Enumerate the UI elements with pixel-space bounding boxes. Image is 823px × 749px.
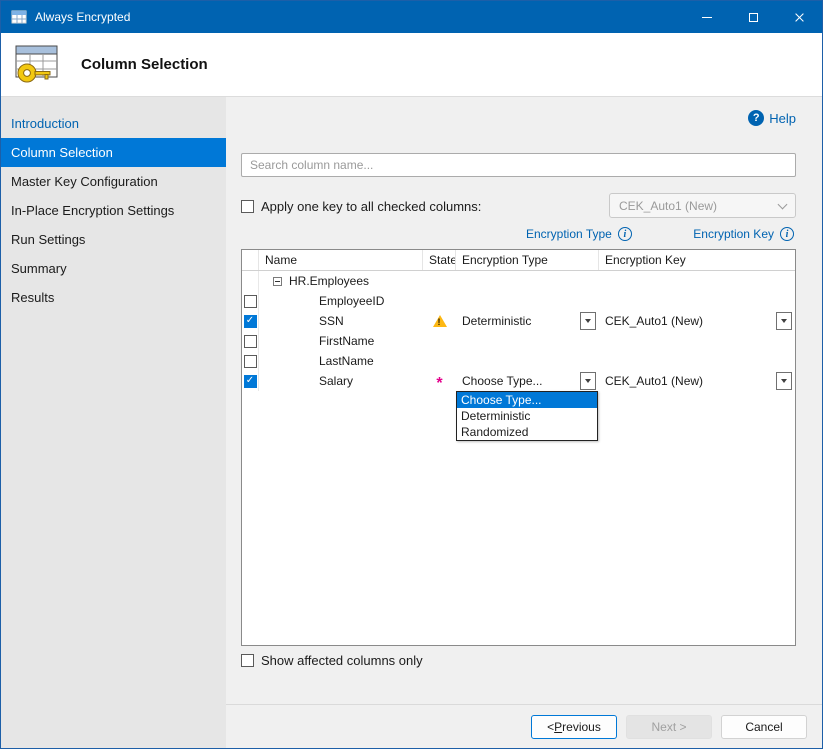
info-icon[interactable]: i: [618, 227, 632, 241]
encryption-type-value: Deterministic: [462, 314, 531, 328]
info-icon[interactable]: i: [780, 227, 794, 241]
table-header-row: Name State Encryption Type Encryption Ke…: [242, 250, 795, 271]
name-column-header: Name: [259, 250, 423, 270]
help-icon: ?: [748, 110, 764, 126]
window-title: Always Encrypted: [35, 10, 130, 24]
collapse-expander-icon[interactable]: [273, 277, 282, 286]
app-icon: [11, 10, 27, 24]
dropdown-option-deterministic[interactable]: Deterministic: [457, 408, 597, 424]
table-row-firstname[interactable]: FirstName: [242, 331, 795, 351]
caret-down-icon: [781, 379, 787, 383]
minimize-button[interactable]: [684, 1, 730, 33]
always-encrypted-wizard-window: Always Encrypted Column Selection: [0, 0, 823, 749]
column-selection-icon: [13, 42, 61, 91]
sidebar-item-in-place-encryption-settings[interactable]: In-Place Encryption Settings: [1, 196, 226, 225]
column-name: Salary: [259, 374, 423, 388]
group-name-cell: HR.Employees: [259, 274, 423, 288]
encryption-type-dropdown-button[interactable]: [580, 312, 596, 330]
apply-key-dropdown[interactable]: CEK_Auto1 (New): [609, 193, 796, 218]
table-row-lastname[interactable]: LastName: [242, 351, 795, 371]
apply-key-label: Apply one key to all checked columns:: [261, 199, 481, 214]
columns-table: Name State Encryption Type Encryption Ke…: [241, 249, 796, 646]
sidebar-item-column-selection[interactable]: Column Selection: [1, 138, 226, 167]
maximize-icon: [749, 13, 758, 22]
column-name: FirstName: [259, 334, 423, 348]
encryption-type-help-link[interactable]: Encryption Type i: [526, 227, 632, 241]
previous-button[interactable]: < Previous: [531, 715, 617, 739]
main-content: ? Help Apply one key to all checked colu…: [226, 97, 822, 704]
wizard-header: Column Selection: [1, 33, 822, 97]
page-title: Column Selection: [81, 33, 208, 97]
search-input[interactable]: [241, 153, 796, 177]
sidebar-item-introduction[interactable]: Introduction: [1, 109, 226, 138]
row-checkbox[interactable]: [244, 375, 257, 388]
table-row-ssn[interactable]: SSN ! Deterministic CEK_Auto1 (New): [242, 311, 795, 331]
row-checkbox[interactable]: [244, 315, 257, 328]
column-name: SSN: [259, 314, 423, 328]
help-label: Help: [769, 111, 796, 126]
encryption-key-help-link[interactable]: Encryption Key i: [693, 227, 794, 241]
sidebar-item-master-key-configuration[interactable]: Master Key Configuration: [1, 167, 226, 196]
encryption-type-column-header: Encryption Type: [456, 250, 599, 270]
sidebar-item-run-settings[interactable]: Run Settings: [1, 225, 226, 254]
encryption-type-value: Choose Type...: [462, 374, 543, 388]
table-row-salary[interactable]: Salary * Choose Type... CEK_Auto1 (New): [242, 371, 795, 391]
required-icon: *: [436, 373, 442, 389]
maximize-button[interactable]: [730, 1, 776, 33]
group-label: HR.Employees: [289, 274, 369, 288]
wizard-steps-sidebar: Introduction Column Selection Master Key…: [1, 97, 226, 748]
encryption-type-dropdown-button[interactable]: [580, 372, 596, 390]
cancel-button[interactable]: Cancel: [721, 715, 807, 739]
table-group-row[interactable]: HR.Employees: [242, 271, 795, 291]
window-controls: [684, 1, 822, 33]
show-affected-row: Show affected columns only: [241, 653, 423, 668]
encryption-key-value: CEK_Auto1 (New): [605, 314, 703, 328]
wizard-footer: < Previous Next > Cancel: [226, 704, 822, 748]
encryption-key-column-header: Encryption Key: [599, 250, 795, 270]
minimize-icon: [702, 17, 712, 18]
row-checkbox[interactable]: [244, 355, 257, 368]
dropdown-option-randomized[interactable]: Randomized: [457, 424, 597, 440]
encryption-type-link-label: Encryption Type: [526, 227, 612, 241]
show-affected-label: Show affected columns only: [261, 653, 423, 668]
caret-down-icon: [585, 379, 591, 383]
table-row-employeeid[interactable]: EmployeeID: [242, 291, 795, 311]
encryption-key-dropdown-button[interactable]: [776, 312, 792, 330]
check-column-header: [242, 250, 259, 270]
dropdown-option-choose-type[interactable]: Choose Type...: [457, 392, 597, 408]
close-button[interactable]: [776, 1, 822, 33]
next-button[interactable]: Next >: [626, 715, 712, 739]
sidebar-item-summary[interactable]: Summary: [1, 254, 226, 283]
apply-key-row: Apply one key to all checked columns: CE…: [241, 193, 796, 219]
close-icon: [794, 12, 805, 23]
group-check-cell: [242, 271, 259, 291]
warning-icon: !: [433, 315, 447, 327]
show-affected-checkbox[interactable]: [241, 654, 254, 667]
sidebar-item-results[interactable]: Results: [1, 283, 226, 312]
encryption-key-link-label: Encryption Key: [693, 227, 774, 241]
column-name: LastName: [259, 354, 423, 368]
row-checkbox[interactable]: [244, 295, 257, 308]
apply-key-checkbox[interactable]: [241, 200, 254, 213]
help-link[interactable]: ? Help: [748, 110, 796, 126]
caret-down-icon: [585, 319, 591, 323]
column-name: EmployeeID: [259, 294, 423, 308]
title-bar: Always Encrypted: [1, 1, 822, 33]
encryption-key-value: CEK_Auto1 (New): [605, 374, 703, 388]
chevron-down-icon: [778, 199, 788, 209]
state-column-header: State: [423, 250, 456, 270]
apply-key-dropdown-value: CEK_Auto1 (New): [619, 199, 717, 213]
row-checkbox[interactable]: [244, 335, 257, 348]
encryption-key-dropdown-button[interactable]: [776, 372, 792, 390]
caret-down-icon: [781, 319, 787, 323]
encryption-type-dropdown-list: Choose Type... Deterministic Randomized: [456, 391, 598, 441]
